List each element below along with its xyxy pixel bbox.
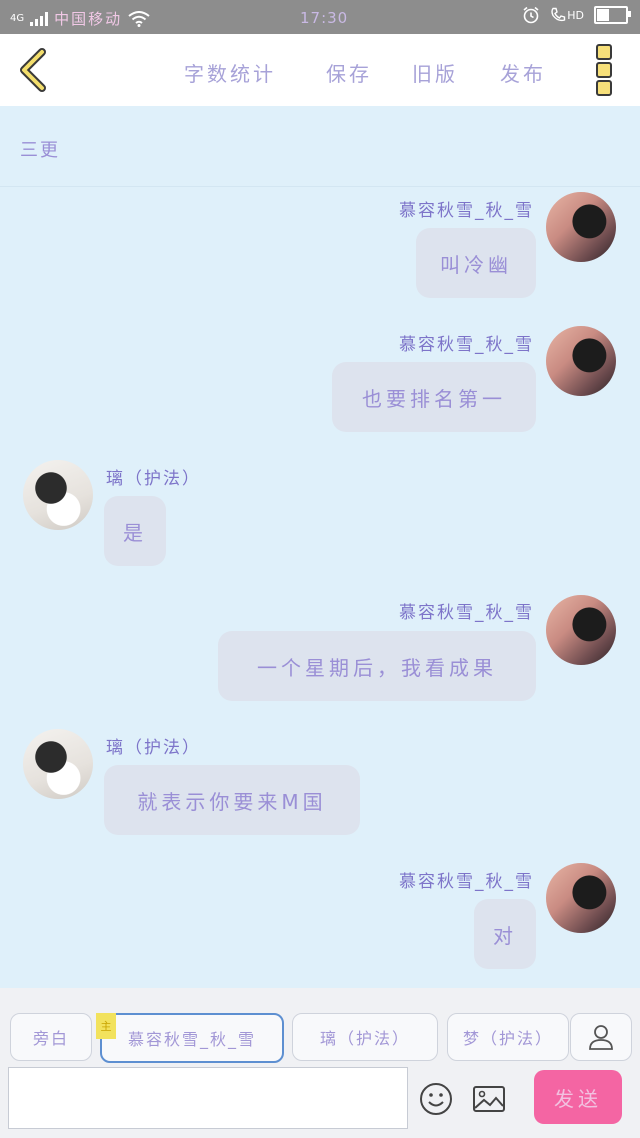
carrier-name: 中国移动 bbox=[54, 10, 123, 28]
message-input[interactable] bbox=[8, 1067, 408, 1129]
sender-name: 慕容秋雪_秋_雪 bbox=[399, 201, 534, 221]
avatar[interactable] bbox=[23, 729, 93, 799]
back-button[interactable] bbox=[14, 46, 54, 94]
avatar[interactable] bbox=[546, 192, 616, 262]
more-vertical-icon bbox=[596, 44, 612, 60]
divider bbox=[0, 186, 640, 187]
sender-name: 慕容秋雪_秋_雪 bbox=[399, 335, 534, 355]
avatar[interactable] bbox=[546, 326, 616, 396]
image-icon bbox=[473, 1086, 505, 1112]
hd-label: HD bbox=[567, 8, 584, 22]
message-bubble[interactable]: 一个星期后，我看成果 bbox=[218, 631, 536, 701]
message-bubble[interactable]: 对 bbox=[474, 899, 536, 969]
message-bubble[interactable]: 是 bbox=[104, 496, 166, 566]
status-right: HD bbox=[522, 6, 631, 24]
sender-name: 慕容秋雪_秋_雪 bbox=[399, 603, 534, 623]
role-meng-hufa[interactable]: 梦（护法） bbox=[447, 1013, 569, 1061]
alarm-icon bbox=[523, 6, 539, 24]
back-chevron-icon bbox=[20, 48, 46, 92]
image-button[interactable] bbox=[469, 1079, 509, 1119]
phone-icon bbox=[551, 7, 566, 22]
emoji-button[interactable] bbox=[416, 1079, 456, 1119]
top-bar: 字数统计 保存 旧版 发布 bbox=[0, 34, 640, 106]
role-manage-button[interactable] bbox=[570, 1013, 632, 1061]
user-icon bbox=[589, 1025, 613, 1050]
signal-icon bbox=[30, 11, 49, 26]
role-murong-qiuxue[interactable]: 慕容秋雪_秋_雪 bbox=[100, 1013, 284, 1063]
message-bubble[interactable]: 也要排名第一 bbox=[332, 362, 536, 432]
sender-name: 慕容秋雪_秋_雪 bbox=[399, 872, 534, 892]
avatar[interactable] bbox=[546, 863, 616, 933]
chapter-title[interactable]: 三更 bbox=[20, 136, 60, 162]
wifi-icon bbox=[128, 10, 150, 27]
avatar[interactable] bbox=[546, 595, 616, 665]
message-bubble[interactable]: 就表示你要来M国 bbox=[104, 765, 360, 835]
battery-icon bbox=[594, 6, 631, 24]
sender-name: 璃（护法） bbox=[106, 469, 201, 489]
sender-name: 璃（护法） bbox=[106, 738, 201, 758]
clock: 17:30 bbox=[300, 9, 349, 27]
word-count-button[interactable]: 字数统计 bbox=[184, 58, 276, 87]
more-menu-button[interactable] bbox=[596, 44, 614, 96]
status-left: 4G 中国移动 bbox=[10, 8, 150, 29]
status-bar: 4G 中国移动 17:30 HD bbox=[0, 0, 640, 34]
message-bubble[interactable]: 叫冷幽 bbox=[416, 228, 536, 298]
old-version-button[interactable]: 旧版 bbox=[412, 58, 458, 87]
main-role-tag: 主 bbox=[96, 1013, 116, 1039]
save-button[interactable]: 保存 bbox=[326, 58, 372, 87]
role-li-hufa[interactable]: 璃（护法） bbox=[292, 1013, 438, 1061]
call-hd: HD bbox=[550, 7, 584, 23]
publish-button[interactable]: 发布 bbox=[500, 58, 546, 87]
role-narration[interactable]: 旁白 bbox=[10, 1013, 92, 1061]
send-button[interactable]: 发送 bbox=[534, 1070, 622, 1124]
emoji-icon bbox=[420, 1083, 452, 1115]
network-type: 4G bbox=[10, 12, 25, 24]
avatar[interactable] bbox=[23, 460, 93, 530]
